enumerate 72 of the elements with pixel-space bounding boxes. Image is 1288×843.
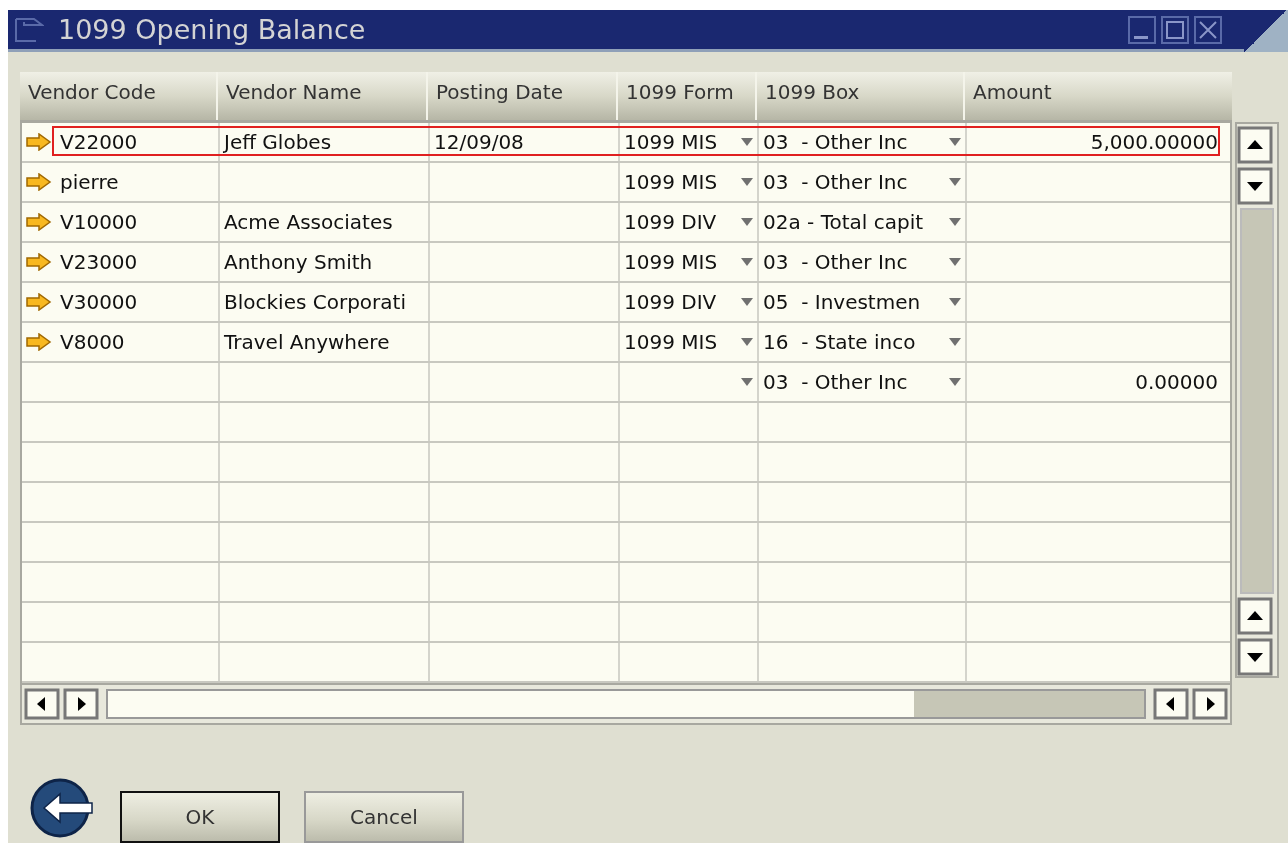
table-cell: Travel Anywhere: [224, 330, 390, 354]
table-cell[interactable]: 05 - Investmen: [763, 290, 925, 314]
table-cell[interactable]: 03 - Other Inc: [763, 170, 912, 194]
table-cell: Acme Associates: [224, 210, 393, 234]
table-cell: 5,000.00000: [1090, 130, 1218, 154]
link-arrow-icon[interactable]: [26, 293, 52, 311]
dropdown-arrow-icon[interactable]: [949, 178, 961, 186]
vertical-scrollbar[interactable]: [1240, 208, 1274, 594]
window-icon: [14, 16, 44, 43]
dialog-button[interactable]: OK: [120, 791, 280, 843]
link-arrow-icon[interactable]: [26, 133, 52, 151]
dropdown-arrow-icon[interactable]: [741, 378, 753, 386]
table-cell: V30000: [60, 290, 138, 314]
scroll-right-icon[interactable]: [63, 688, 99, 720]
dropdown-arrow-icon[interactable]: [741, 178, 753, 186]
column-header[interactable]: 1099 Form: [618, 72, 757, 120]
link-arrow-icon[interactable]: [26, 173, 52, 191]
table-cell: Anthony Smith: [224, 250, 373, 274]
scroll-down-icon[interactable]: [1237, 167, 1273, 205]
minimize-icon[interactable]: [1128, 15, 1156, 44]
table-cell: pierre: [60, 170, 119, 194]
table-cell: 0.00000: [1135, 370, 1218, 394]
table-cell: V8000: [60, 330, 125, 354]
table-cell[interactable]: 02a - Total capit: [763, 210, 928, 234]
table-cell: V10000: [60, 210, 138, 234]
dropdown-arrow-icon[interactable]: [949, 338, 961, 346]
scroll-down-icon[interactable]: [1237, 638, 1273, 676]
scroll-left-icon[interactable]: [24, 688, 60, 720]
table-cell[interactable]: 1099 DIV: [624, 290, 721, 314]
dropdown-arrow-icon[interactable]: [949, 218, 961, 226]
table-cell[interactable]: 03 - Other Inc: [763, 250, 912, 274]
link-arrow-icon[interactable]: [26, 253, 52, 271]
table-cell[interactable]: 03 - Other Inc: [763, 370, 912, 394]
table-cell: Jeff Globes: [224, 130, 332, 154]
maximize-icon[interactable]: [1161, 15, 1189, 44]
back-arrow-icon[interactable]: [30, 777, 96, 839]
dropdown-arrow-icon[interactable]: [741, 138, 753, 146]
table-cell[interactable]: 1099 MIS: [624, 130, 722, 154]
column-header[interactable]: Vendor Name: [218, 72, 428, 120]
scroll-up-icon[interactable]: [1237, 126, 1273, 164]
table-cell[interactable]: 16 - State inco: [763, 330, 920, 354]
dropdown-arrow-icon[interactable]: [949, 258, 961, 266]
table-cell[interactable]: 1099 DIV: [624, 210, 721, 234]
dropdown-arrow-icon[interactable]: [949, 138, 961, 146]
dropdown-arrow-icon[interactable]: [741, 298, 753, 306]
table-cell: V23000: [60, 250, 138, 274]
dialog-button[interactable]: Cancel: [304, 791, 464, 843]
table-cell[interactable]: 1099 MIS: [624, 170, 722, 194]
table-cell[interactable]: 1099 MIS: [624, 250, 722, 274]
scroll-right-icon[interactable]: [1192, 688, 1228, 720]
dropdown-arrow-icon[interactable]: [949, 298, 961, 306]
table-cell: V22000: [60, 130, 138, 154]
column-header[interactable]: Posting Date: [428, 72, 618, 120]
column-header[interactable]: Amount: [965, 72, 1232, 120]
scroll-up-icon[interactable]: [1237, 597, 1273, 635]
scroll-left-icon[interactable]: [1153, 688, 1189, 720]
close-icon[interactable]: [1194, 15, 1222, 44]
dropdown-arrow-icon[interactable]: [741, 338, 753, 346]
title-bar-corner: [1244, 10, 1288, 52]
dropdown-arrow-icon[interactable]: [949, 378, 961, 386]
link-arrow-icon[interactable]: [26, 213, 52, 231]
column-header[interactable]: 1099 Box: [757, 72, 965, 120]
table-cell[interactable]: 1099 MIS: [624, 330, 722, 354]
window-title: 1099 Opening Balance: [58, 14, 366, 45]
table-cell: 12/09/08: [434, 130, 524, 154]
dropdown-arrow-icon[interactable]: [741, 258, 753, 266]
column-header[interactable]: Vendor Code: [20, 72, 218, 120]
link-arrow-icon[interactable]: [26, 333, 52, 351]
table-cell: Blockies Corporati: [224, 290, 406, 314]
horizontal-scrollbar[interactable]: [106, 689, 1146, 719]
table-cell[interactable]: 03 - Other Inc: [763, 130, 912, 154]
dropdown-arrow-icon[interactable]: [741, 218, 753, 226]
